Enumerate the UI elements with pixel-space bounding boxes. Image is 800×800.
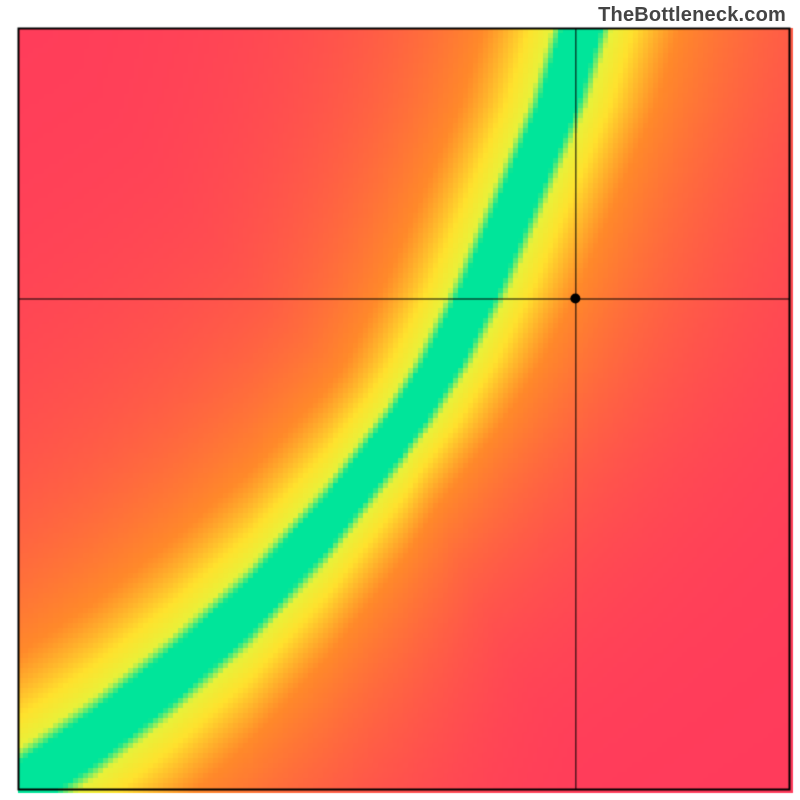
chart-container: TheBottleneck.com [0, 0, 800, 800]
heatmap-canvas [0, 0, 800, 800]
